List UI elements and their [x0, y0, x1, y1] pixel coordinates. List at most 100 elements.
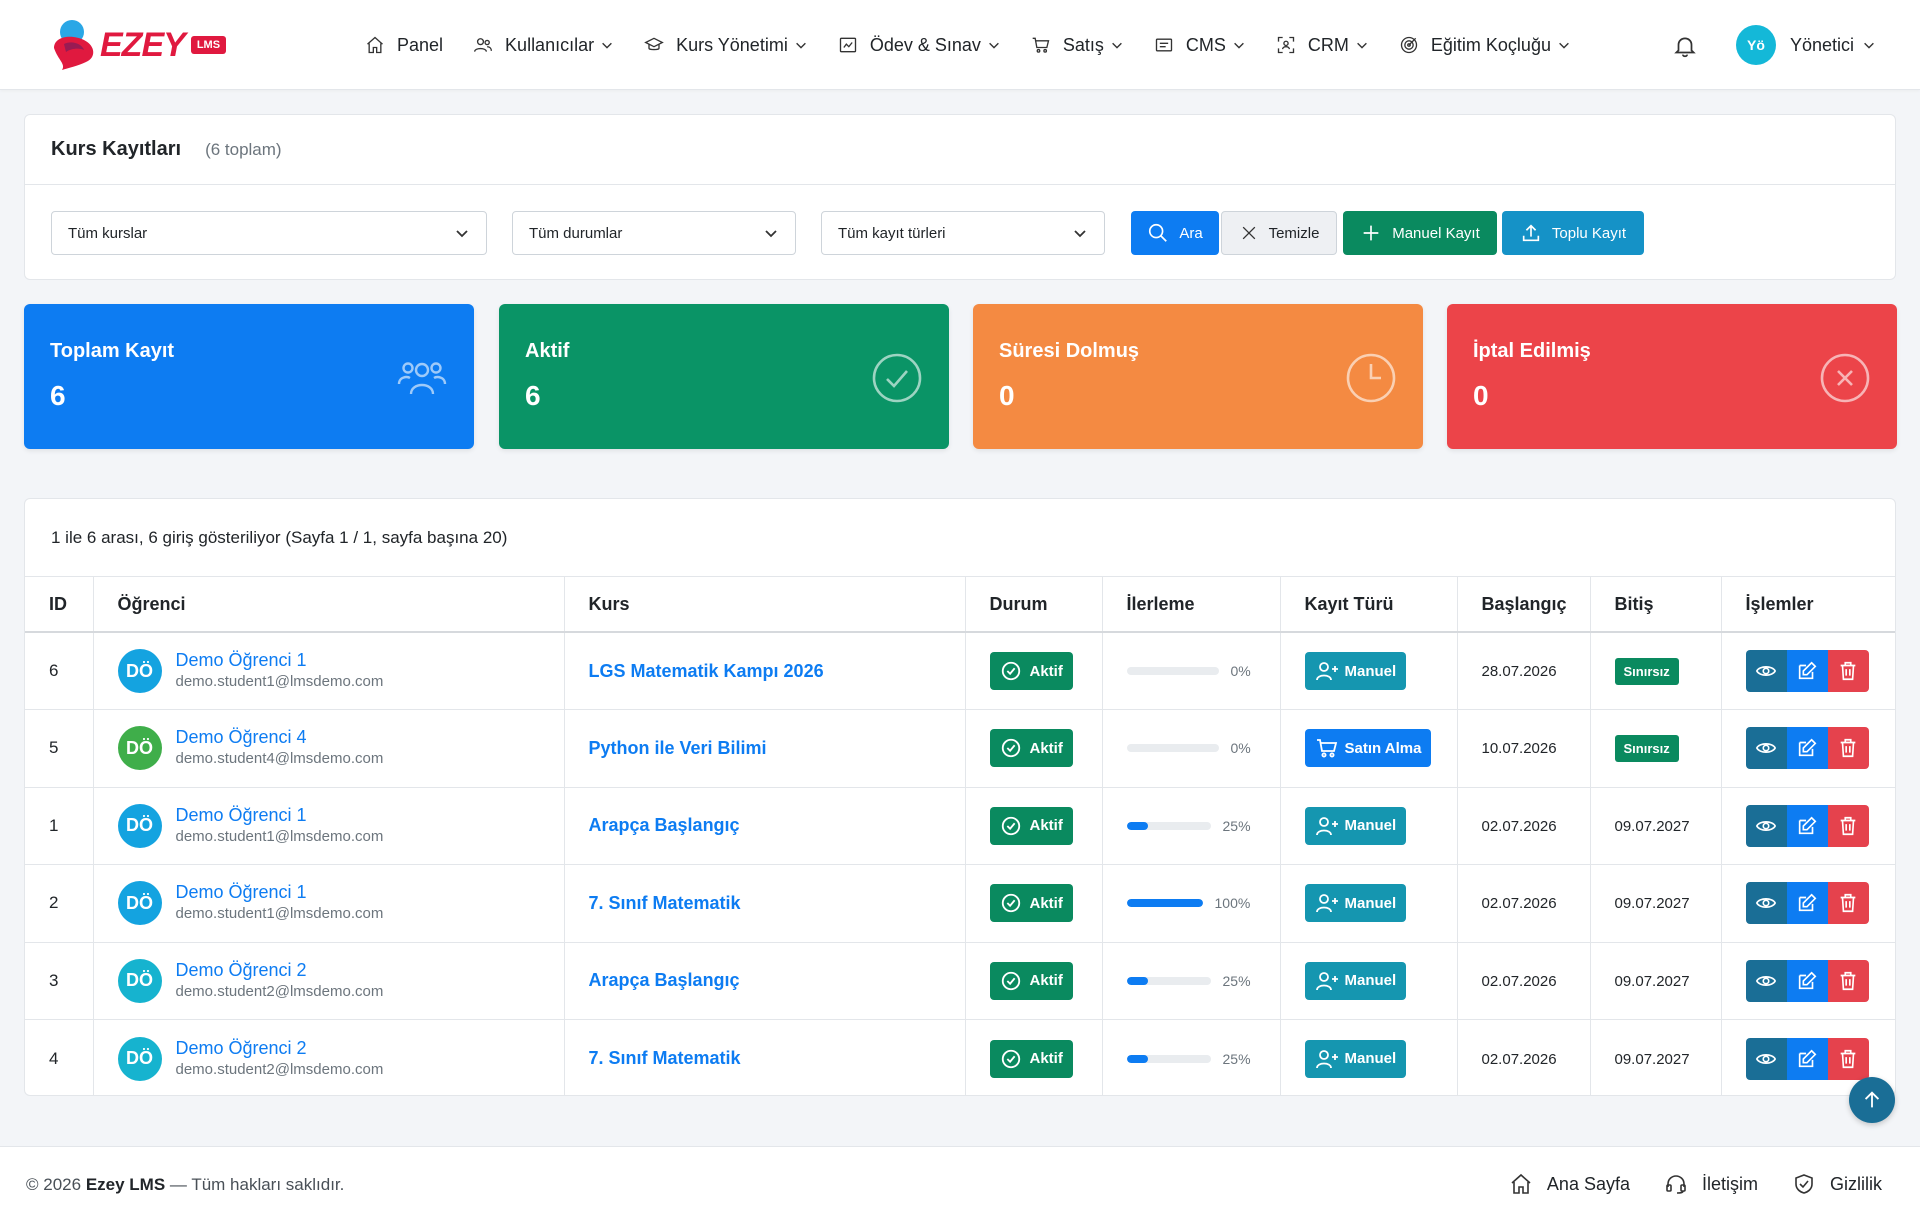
table-row: 2 DÖ Demo Öğrenci 1 demo.student1@lmsdemo.c… [25, 864, 1895, 943]
column-header[interactable]: Kurs [564, 577, 966, 633]
course-filter-select[interactable]: Tüm kurslar [51, 211, 487, 255]
avatar: DÖ [117, 726, 162, 771]
cell-type: Satın Alma [1280, 709, 1458, 788]
edit-icon [1798, 971, 1817, 989]
stat-label: Toplam Kayıt [50, 340, 175, 362]
nav-crm[interactable]: CRM [1261, 25, 1384, 65]
course-link[interactable]: 7. Sınıf Matematik [589, 1048, 741, 1068]
manual-enroll-button[interactable]: Manuel Kayıt [1343, 211, 1497, 255]
delete-button[interactable] [1827, 804, 1869, 847]
edit-button[interactable] [1786, 882, 1828, 925]
view-button[interactable] [1745, 804, 1787, 847]
progress: 100% [1126, 895, 1280, 911]
course-link[interactable]: Arapça Başlangıç [589, 970, 740, 990]
bulk-enroll-button[interactable]: Toplu Kayıt [1502, 211, 1644, 255]
student-name-link[interactable]: Demo Öğrenci 2 [176, 959, 384, 981]
start-date: 28.07.2026 [1481, 663, 1557, 680]
nav-course-management[interactable]: Kurs Yönetimi [629, 25, 823, 65]
avatar: DÖ [117, 1036, 162, 1081]
brand-logo[interactable]: EZEY LMS [50, 18, 227, 72]
cell-progress: 25% [1102, 787, 1281, 865]
progress: 0% [1126, 663, 1280, 679]
eye-icon [1755, 975, 1777, 986]
student-name-link[interactable]: Demo Öğrenci 1 [176, 649, 384, 671]
progress-fill [1126, 1054, 1148, 1063]
delete-button[interactable] [1827, 882, 1869, 925]
search-button[interactable]: Ara [1131, 211, 1219, 255]
trash-icon [1840, 971, 1856, 990]
status-badge: Aktif [989, 806, 1073, 845]
edit-button[interactable] [1786, 959, 1828, 1002]
status-badge: Aktif [989, 961, 1073, 1000]
course-link[interactable]: Arapça Başlangıç [589, 815, 740, 835]
enrollment-table-card: 1 ile 6 arası, 6 giriş gösteriliyor (Say… [24, 498, 1896, 1096]
column-header[interactable]: İlerleme [1102, 577, 1281, 633]
edit-button[interactable] [1786, 804, 1828, 847]
stat-card-active: Aktif 6 [499, 304, 949, 449]
student-email: demo.student4@lmsdemo.com [175, 750, 384, 768]
column-header[interactable]: Öğrenci [93, 577, 565, 633]
course-link[interactable]: Python ile Veri Bilimi [589, 738, 767, 758]
course-link[interactable]: LGS Matematik Kampı 2026 [589, 661, 824, 681]
course-link[interactable]: 7. Sınıf Matematik [589, 893, 741, 913]
student-name-link[interactable]: Demo Öğrenci 1 [176, 804, 384, 826]
column-header[interactable]: ID [25, 577, 94, 633]
column-header[interactable]: Başlangıç [1457, 577, 1591, 633]
student-name-link[interactable]: Demo Öğrenci 4 [176, 726, 384, 748]
column-header[interactable]: Kayıt Türü [1280, 577, 1458, 633]
type-filter-value: Tüm kayıt türleri [838, 224, 946, 242]
cms-list-icon [1155, 38, 1173, 52]
status-filter-select[interactable]: Tüm durumlar [512, 211, 796, 255]
edit-icon [1798, 893, 1817, 912]
cell-progress: 0% [1102, 709, 1281, 788]
delete-button[interactable] [1827, 1037, 1869, 1080]
view-button[interactable] [1745, 727, 1787, 770]
table-body: 6 DÖ Demo Öğrenci 1 demo.student1@lmsdemo.c… [25, 632, 1895, 1095]
notification-bell-icon[interactable] [1672, 33, 1698, 59]
column-header[interactable]: Durum [965, 577, 1103, 633]
footer-link-home[interactable]: Ana Sayfa [1509, 1169, 1630, 1199]
nav-homework-exam[interactable]: Ödev & Sınav [823, 25, 1016, 65]
progress: 0% [1126, 740, 1280, 756]
column-header[interactable]: Bitiş [1590, 577, 1722, 633]
cell-progress: 0% [1102, 632, 1281, 710]
cell-actions [1721, 632, 1895, 710]
edit-button[interactable] [1786, 727, 1828, 770]
type-filter-select[interactable]: Tüm kayıt türleri [821, 211, 1105, 255]
view-button[interactable] [1745, 882, 1787, 925]
copyright: © 2026 Ezey LMS — Tüm hakları saklıdır. [26, 1175, 344, 1195]
clear-button[interactable]: Temizle [1221, 211, 1337, 255]
scroll-to-top-button[interactable] [1849, 1077, 1895, 1123]
cell-course: Arapça Başlangıç [564, 942, 966, 1020]
enrollment-type-badge: Manuel [1304, 1039, 1407, 1078]
view-button[interactable] [1745, 1037, 1787, 1080]
delete-button[interactable] [1827, 959, 1869, 1002]
cell-id: 2 [25, 864, 94, 943]
nav-users[interactable]: Kullanıcılar [458, 25, 629, 65]
nav-coaching[interactable]: Eğitim Koçluğu [1384, 25, 1586, 65]
progress-bar [1126, 899, 1203, 908]
delete-button[interactable] [1827, 727, 1869, 770]
user-menu[interactable]: Yö Yönetici [1736, 25, 1876, 65]
edit-button[interactable] [1786, 650, 1828, 692]
nav-cms[interactable]: CMS [1139, 25, 1261, 65]
footer-link-label: İletişim [1701, 1173, 1758, 1194]
student-name-link[interactable]: Demo Öğrenci 1 [176, 881, 384, 903]
student-name-link[interactable]: Demo Öğrenci 2 [176, 1037, 384, 1059]
cell-end: 09.07.2027 [1590, 942, 1722, 1020]
view-button[interactable] [1745, 959, 1787, 1002]
status-badge: Aktif [989, 652, 1073, 690]
nav-panel[interactable]: Panel [350, 25, 458, 65]
edit-icon [1798, 661, 1817, 680]
edit-button[interactable] [1786, 1037, 1828, 1080]
footer-link-contact[interactable]: İletişim [1664, 1169, 1758, 1199]
search-icon [1149, 223, 1168, 242]
table-row: 5 DÖ Demo Öğrenci 4 demo.student4@lmsdemo.c… [25, 709, 1895, 788]
end-date: 09.07.2027 [1614, 817, 1690, 835]
progress-text: 25% [1222, 1050, 1251, 1067]
footer-link-privacy[interactable]: Gizlilik [1792, 1169, 1882, 1199]
nav-sales[interactable]: Satış [1016, 25, 1139, 65]
delete-button[interactable] [1827, 650, 1869, 692]
view-button[interactable] [1745, 650, 1787, 692]
status-filter-value: Tüm durumlar [529, 224, 623, 242]
